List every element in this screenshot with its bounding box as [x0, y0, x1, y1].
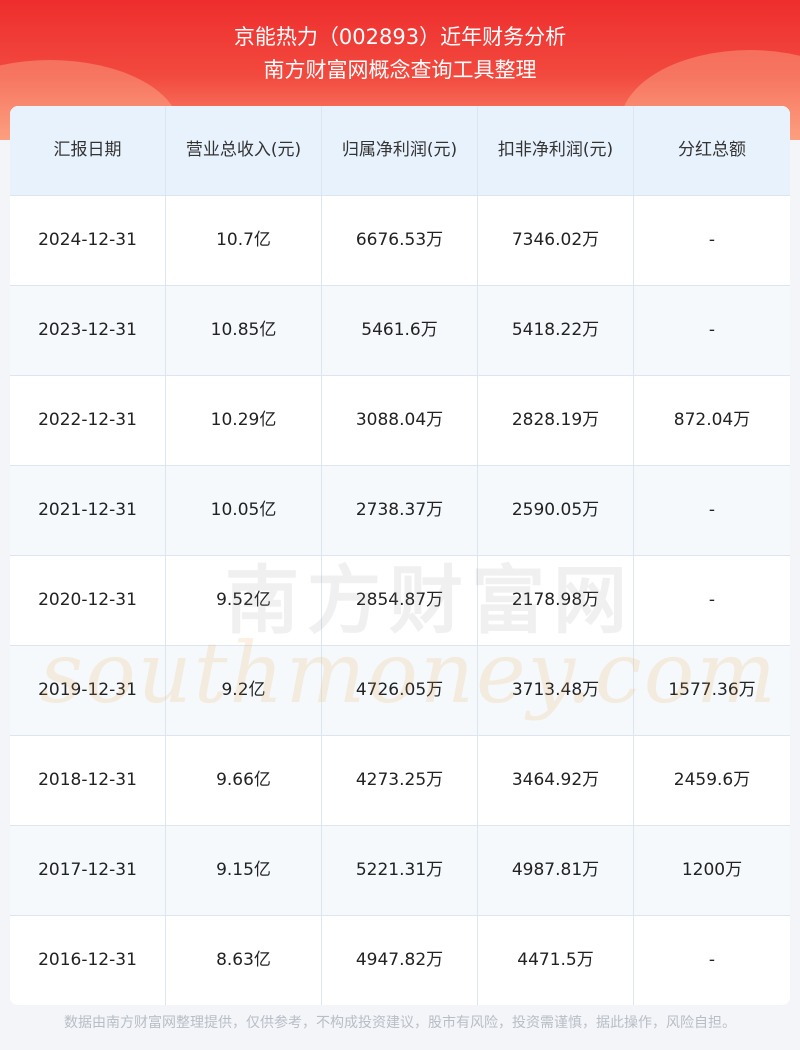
cell-dividend: 872.04万	[673, 410, 751, 430]
cell-revenue: 10.7亿	[166, 196, 322, 285]
table-row: 2018-12-31 9.66亿 4273.25万 3464.92万 2459.…	[10, 736, 790, 826]
table-row: 2019-12-31 9.2亿 4726.05万 3713.48万 1577.3…	[10, 646, 790, 736]
cell-deducted-profit: 2828.19万	[478, 376, 634, 465]
cell-date: 2018-12-31	[10, 736, 166, 825]
cell-date: 2024-12-31	[10, 196, 166, 285]
cell-net-profit: 2738.37万	[322, 466, 478, 555]
cell-deducted-profit: 3464.92万	[478, 736, 634, 825]
cell-revenue: 10.05亿	[166, 466, 322, 555]
cell-dividend: -	[708, 590, 716, 610]
cell-deducted-profit: 2178.98万	[478, 556, 634, 645]
cell-dividend: -	[708, 230, 716, 250]
column-header-date: 汇报日期	[10, 106, 166, 195]
cell-dividend: 1577.36万	[668, 680, 756, 700]
cell-date: 2021-12-31	[10, 466, 166, 555]
table-row: 2022-12-31 10.29亿 3088.04万 2828.19万 872.…	[10, 376, 790, 466]
cell-net-profit: 4273.25万	[322, 736, 478, 825]
cell-deducted-profit: 2590.05万	[478, 466, 634, 555]
table-row: 2016-12-31 8.63亿 4947.82万 4471.5万 -	[10, 916, 790, 1005]
cell-net-profit: 2854.87万	[322, 556, 478, 645]
cell-net-profit: 4726.05万	[322, 646, 478, 735]
page-title: 京能热力（002893）近年财务分析	[233, 25, 567, 49]
cell-net-profit: 5461.6万	[322, 286, 478, 375]
column-header-revenue: 营业总收入(元)	[166, 106, 322, 195]
table-row: 2021-12-31 10.05亿 2738.37万 2590.05万 -	[10, 466, 790, 556]
cell-revenue: 9.66亿	[166, 736, 322, 825]
cell-revenue: 10.85亿	[166, 286, 322, 375]
cell-date: 2022-12-31	[10, 376, 166, 465]
financial-table: 汇报日期 营业总收入(元) 归属净利润(元) 扣非净利润(元) 分红总额 202…	[10, 106, 790, 1005]
cell-dividend: 2459.6万	[673, 770, 751, 790]
table-row: 2023-12-31 10.85亿 5461.6万 5418.22万 -	[10, 286, 790, 376]
cell-net-profit: 4947.82万	[322, 916, 478, 1005]
cell-revenue: 8.63亿	[166, 916, 322, 1005]
cell-date: 2019-12-31	[10, 646, 166, 735]
page-subtitle: 南方财富网概念查询工具整理	[263, 58, 537, 82]
cell-revenue: 10.29亿	[166, 376, 322, 465]
cell-dividend: -	[708, 950, 716, 970]
table-row: 2017-12-31 9.15亿 5221.31万 4987.81万 1200万	[10, 826, 790, 916]
column-header-dividend: 分红总额	[678, 140, 746, 160]
disclaimer-footer: 数据由南方财富网整理提供，仅供参考，不构成投资建议，股市有风险，投资需谨慎，据此…	[64, 1015, 736, 1031]
cell-deducted-profit: 4987.81万	[478, 826, 634, 915]
cell-deducted-profit: 7346.02万	[478, 196, 634, 285]
cell-deducted-profit: 3713.48万	[478, 646, 634, 735]
cell-dividend: 1200万	[681, 860, 743, 880]
cell-net-profit: 5221.31万	[322, 826, 478, 915]
cell-date: 2017-12-31	[10, 826, 166, 915]
cell-dividend: -	[708, 320, 716, 340]
cell-date: 2016-12-31	[10, 916, 166, 1005]
table-header-row: 汇报日期 营业总收入(元) 归属净利润(元) 扣非净利润(元) 分红总额	[10, 106, 790, 196]
cell-revenue: 9.2亿	[166, 646, 322, 735]
cell-net-profit: 3088.04万	[322, 376, 478, 465]
cell-deducted-profit: 4471.5万	[478, 916, 634, 1005]
cell-dividend: -	[708, 500, 716, 520]
cell-date: 2020-12-31	[10, 556, 166, 645]
cell-revenue: 9.52亿	[166, 556, 322, 645]
column-header-net-profit: 归属净利润(元)	[322, 106, 478, 195]
cell-date: 2023-12-31	[10, 286, 166, 375]
cell-deducted-profit: 5418.22万	[478, 286, 634, 375]
table-row: 2024-12-31 10.7亿 6676.53万 7346.02万 -	[10, 196, 790, 286]
table-row: 2020-12-31 9.52亿 2854.87万 2178.98万 -	[10, 556, 790, 646]
column-header-deducted-profit: 扣非净利润(元)	[478, 106, 634, 195]
cell-net-profit: 6676.53万	[322, 196, 478, 285]
cell-revenue: 9.15亿	[166, 826, 322, 915]
